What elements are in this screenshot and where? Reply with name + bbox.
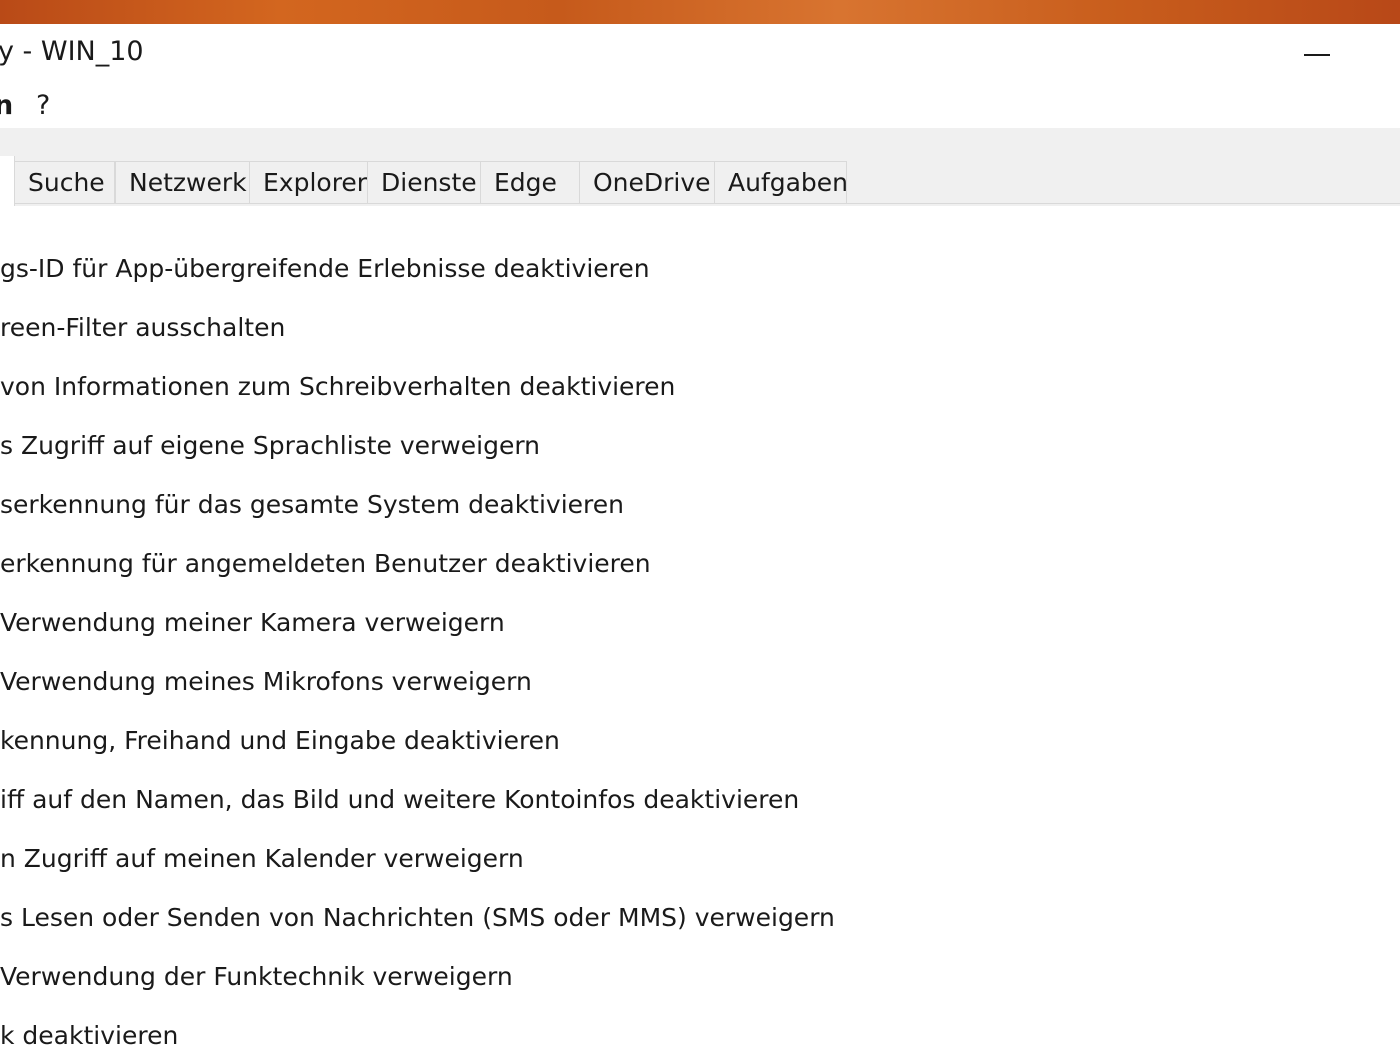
minimize-button[interactable] <box>1286 24 1348 84</box>
tab-suche[interactable]: Suche <box>14 161 115 203</box>
minimize-icon <box>1304 54 1330 56</box>
tab-explorer[interactable]: Explorer <box>249 161 368 203</box>
window-title: y - WIN_10 <box>0 36 144 67</box>
option-item[interactable]: n Zugriff auf meinen Kalender verweigern <box>0 840 524 878</box>
option-item[interactable]: iff auf den Namen, das Bild und weitere … <box>0 781 799 819</box>
menu-item-partial[interactable]: n <box>0 90 13 121</box>
option-item[interactable]: k deaktivieren <box>0 1017 178 1050</box>
option-item[interactable]: gs-ID für App-übergreifende Erlebnisse d… <box>0 250 650 288</box>
option-item[interactable]: s Lesen oder Senden von Nachrichten (SMS… <box>0 899 835 937</box>
tab-aufgaben[interactable]: Aufgaben <box>714 161 848 203</box>
option-item[interactable]: Verwendung der Funktechnik verweigern <box>0 958 513 996</box>
app-window: y - WIN_10 n ? Suche Netzwerk Explorer D… <box>0 0 1400 1050</box>
options-panel: gs-ID für App-übergreifende Erlebnisse d… <box>0 206 1400 1050</box>
option-item[interactable]: von Informationen zum Schreibverhalten d… <box>0 368 675 406</box>
option-item[interactable]: reen-Filter ausschalten <box>0 309 285 347</box>
title-bar: y - WIN_10 <box>0 24 1400 84</box>
tab-edge[interactable]: Edge <box>480 161 580 203</box>
desktop-background <box>0 0 1400 24</box>
menu-item-help[interactable]: ? <box>36 90 50 121</box>
option-item[interactable]: Verwendung meiner Kamera verweigern <box>0 604 505 642</box>
tab-selected[interactable] <box>0 156 15 206</box>
tab-onedrive[interactable]: OneDrive <box>579 161 715 203</box>
option-item[interactable]: serkennung für das gesamte System deakti… <box>0 486 624 524</box>
menu-bar: n ? <box>0 84 1400 128</box>
option-item[interactable]: kennung, Freihand und Eingabe deaktivier… <box>0 722 560 760</box>
tab-netzwerk[interactable]: Netzwerk <box>115 161 250 203</box>
option-item[interactable]: s Zugriff auf eigene Sprachliste verweig… <box>0 427 540 465</box>
option-item[interactable]: Verwendung meines Mikrofons verweigern <box>0 663 532 701</box>
option-item[interactable]: erkennung für angemeldeten Benutzer deak… <box>0 545 651 583</box>
tab-dienste[interactable]: Dienste <box>367 161 481 203</box>
